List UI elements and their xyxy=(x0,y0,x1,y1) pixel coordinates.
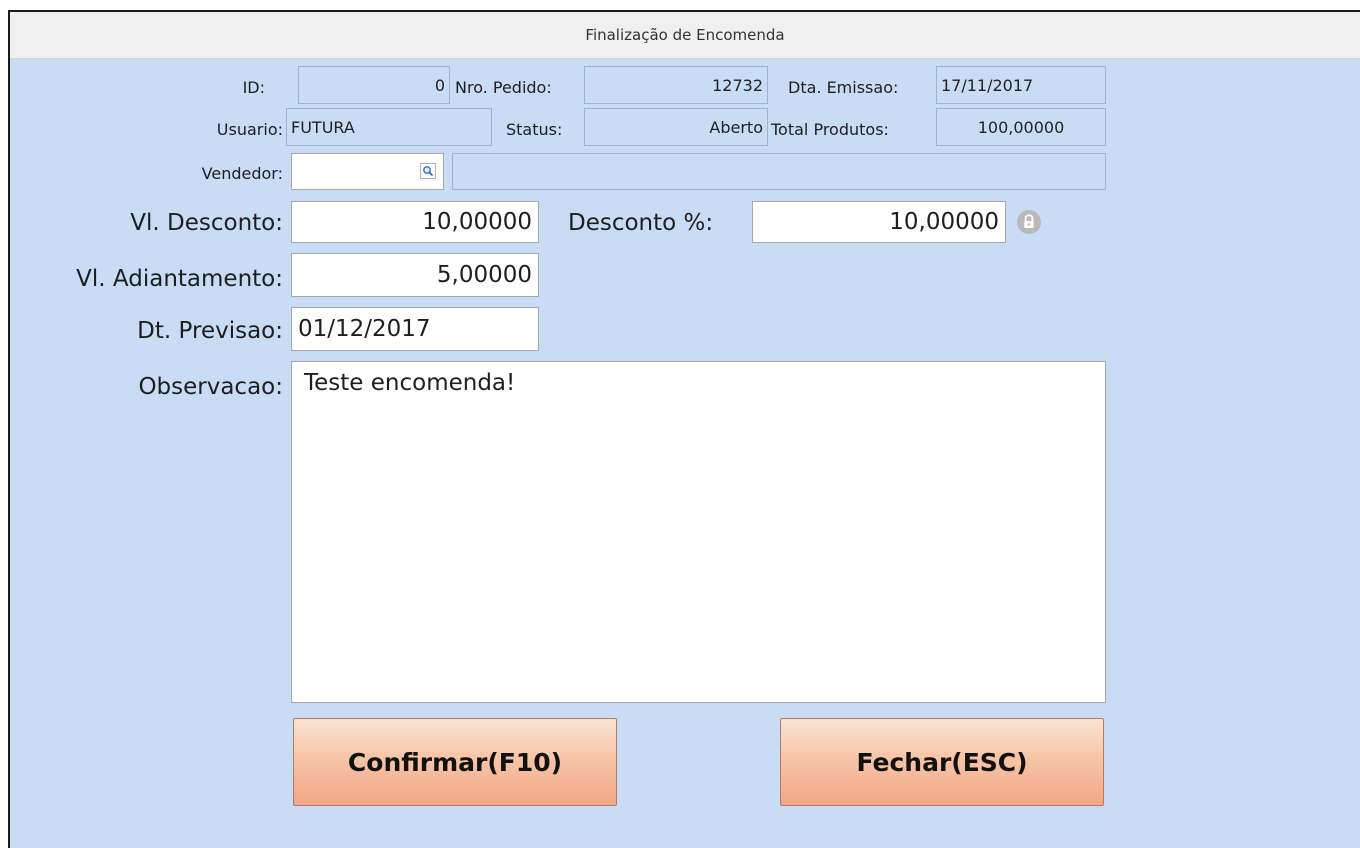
vl-adiantamento-label: Vl. Adiantamento: xyxy=(76,266,283,292)
vl-adiantamento-input[interactable]: 5,00000 xyxy=(291,253,539,297)
status-field: Aberto xyxy=(584,108,768,146)
usuario-label: Usuario: xyxy=(216,120,283,139)
desconto-pct-input[interactable]: 10,00000 xyxy=(752,201,1006,243)
window-title: Finalização de Encomenda xyxy=(585,26,785,44)
dta-emissao-field: 17/11/2017 xyxy=(936,66,1106,104)
nro-pedido-label: Nro. Pedido: xyxy=(455,78,552,97)
lock-icon[interactable] xyxy=(1014,207,1044,237)
desconto-pct-label: Desconto %: xyxy=(568,210,714,236)
nro-pedido-field: 12732 xyxy=(584,66,768,104)
dialog-window: Finalização de Encomenda ID: 0 Nro. Pedi… xyxy=(8,10,1360,848)
usuario-field: FUTURA xyxy=(286,108,492,146)
vendedor-label: Vendedor: xyxy=(201,164,283,183)
id-label: ID: xyxy=(242,78,265,97)
search-icon[interactable] xyxy=(420,163,436,179)
total-produtos-label: Total Produtos: xyxy=(771,120,889,139)
vendedor-name-field xyxy=(452,153,1106,190)
dt-previsao-label: Dt. Previsao: xyxy=(137,318,283,344)
fechar-button[interactable]: Fechar(ESC) xyxy=(780,718,1104,806)
vl-desconto-input[interactable]: 10,00000 xyxy=(291,201,539,243)
dt-previsao-input[interactable]: 01/12/2017 xyxy=(291,307,539,351)
observacao-textarea[interactable]: Teste encomenda! xyxy=(291,361,1106,703)
dta-emissao-label: Dta. Emissao: xyxy=(788,78,899,97)
status-label: Status: xyxy=(506,120,563,139)
title-bar: Finalização de Encomenda xyxy=(10,12,1360,59)
id-field: 0 xyxy=(298,66,450,104)
total-produtos-field: 100,00000 xyxy=(936,108,1106,146)
confirmar-button[interactable]: Confirmar(F10) xyxy=(293,718,617,806)
vl-desconto-label: Vl. Desconto: xyxy=(130,210,283,236)
observacao-label: Observacao: xyxy=(138,374,283,400)
